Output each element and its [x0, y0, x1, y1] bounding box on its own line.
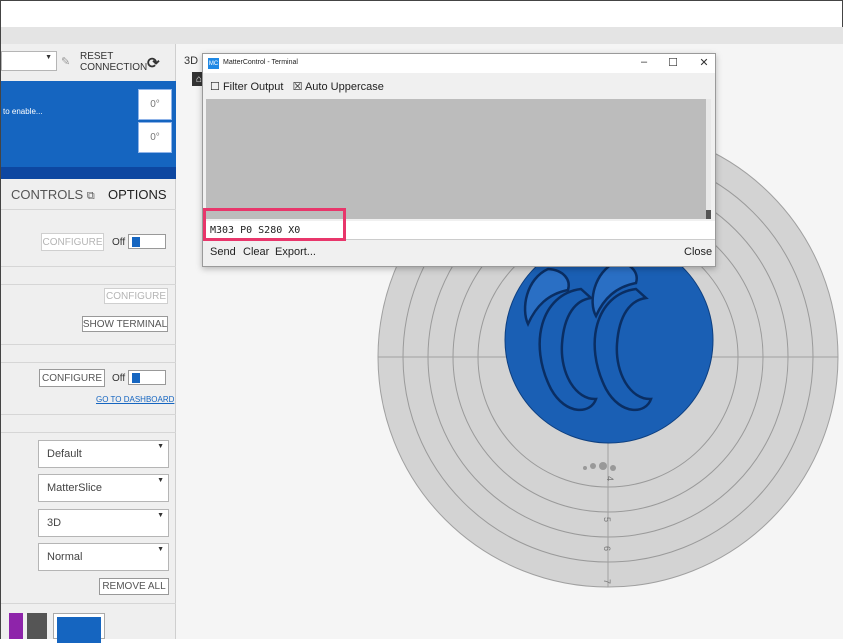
filter-output-checkbox[interactable]: ☐ [210, 81, 220, 93]
highlight-box [203, 208, 346, 241]
bed-scale-label: 7 [602, 579, 612, 584]
edit-pencil-icon[interactable]: ✎ [61, 55, 70, 68]
divider [1, 344, 176, 345]
slice-engine-dropdown-value: MatterSlice [47, 482, 103, 494]
enable-toggle-2[interactable] [128, 370, 166, 385]
hotend-temperature-value: 0° [150, 99, 160, 110]
configure-label: CONFIGURE [106, 290, 166, 302]
clear-button[interactable]: Clear [243, 246, 269, 258]
mattercontrol-app-icon: MC [208, 58, 219, 69]
bed-scale-label: 5 [602, 517, 612, 522]
reset-connection-label-1: RESET [80, 51, 114, 62]
terminal-window: MC MatterControl - Terminal – ☐ ✕ ☐ Filt… [202, 53, 716, 267]
minimize-icon[interactable]: – [637, 56, 651, 68]
swatch-blue [57, 617, 101, 643]
reset-connection-label-2: CONNECTION [80, 62, 148, 73]
tab-controls[interactable]: CONTROLS ⧉ [11, 187, 95, 203]
tab-3d[interactable]: 3D [184, 55, 198, 67]
view-mode-dropdown[interactable]: 3D ▼ [38, 509, 169, 537]
window-top-area [0, 0, 843, 28]
tab-strip [0, 27, 843, 44]
temperature-status-strip [1, 167, 176, 179]
configure-button-3[interactable]: CONFIGURE [39, 369, 105, 387]
printer-control-panel: ▼ ✎ RESET CONNECTION ⟳ to enable... 0° 0… [0, 44, 176, 639]
reset-connection-button[interactable]: RESET CONNECTION ⟳ [77, 49, 175, 75]
slice-engine-dropdown[interactable]: MatterSlice ▼ [38, 474, 169, 502]
divider [1, 284, 176, 285]
configure-button-1[interactable]: CONFIGURE [41, 233, 104, 251]
divider [1, 603, 176, 604]
bed-temperature-value: 0° [150, 132, 160, 143]
close-icon[interactable]: ✕ [697, 56, 711, 69]
chevron-down-icon: ▼ [157, 546, 164, 553]
swatch-gray[interactable] [27, 613, 47, 639]
remove-all-label: REMOVE ALL [102, 581, 166, 592]
terminal-options-row: ☐ Filter Output ☒ Auto Uppercase [210, 80, 384, 93]
go-to-dashboard-link[interactable]: GO TO DASHBOARD [96, 395, 174, 404]
auto-uppercase-label[interactable]: Auto Uppercase [305, 81, 384, 93]
divider [1, 414, 176, 415]
render-mode-dropdown-value: Normal [47, 551, 83, 563]
chevron-down-icon: ▼ [157, 443, 164, 450]
toggle-knob [132, 237, 140, 247]
refresh-icon: ⟳ [147, 55, 160, 72]
terminal-title: MatterControl - Terminal [223, 59, 298, 66]
divider [1, 362, 176, 363]
scrollbar-thumb[interactable] [706, 210, 711, 219]
temperature-status-text: to enable... [3, 107, 43, 116]
filter-output-label[interactable]: Filter Output [223, 81, 284, 93]
send-button[interactable]: Send [210, 246, 236, 258]
auto-uppercase-checkbox[interactable]: ☒ [293, 81, 303, 93]
quality-dropdown[interactable]: Default ▼ [38, 440, 169, 468]
view-mode-dropdown-value: 3D [47, 517, 62, 529]
configure-button-2[interactable]: CONFIGURE [104, 288, 168, 304]
bed-scale-label: 6 [602, 546, 612, 551]
tab-options[interactable]: OPTIONS [108, 187, 167, 202]
divider [1, 432, 176, 433]
configure-label: CONFIGURE [42, 372, 102, 384]
swatch-purple[interactable] [9, 613, 23, 639]
bed-scale-label: 4 [605, 476, 615, 481]
tab-controls-label: CONTROLS [11, 187, 84, 202]
enable-toggle-1[interactable] [128, 234, 166, 249]
popout-icon: ⧉ [86, 190, 95, 202]
tab-options-label: OPTIONS [108, 187, 167, 202]
hotend-temperature-box[interactable]: 0° [138, 89, 172, 120]
export-button[interactable]: Export... [275, 246, 316, 258]
toggle-knob [132, 373, 140, 383]
chevron-down-icon: ▼ [157, 512, 164, 519]
terminal-output-area[interactable] [206, 99, 711, 219]
close-button[interactable]: Close [684, 246, 712, 258]
show-terminal-label: SHOW TERMINAL [82, 318, 168, 330]
render-mode-dropdown[interactable]: Normal ▼ [38, 543, 169, 571]
bed-temperature-box[interactable]: 0° [138, 122, 172, 153]
divider [1, 209, 176, 210]
show-terminal-button[interactable]: SHOW TERMINAL [82, 316, 168, 332]
temperature-area: to enable... 0° 0° [1, 81, 176, 167]
quality-dropdown-value: Default [47, 448, 82, 460]
swatch-selected[interactable] [53, 613, 105, 643]
chevron-down-icon: ▼ [45, 54, 52, 61]
maximize-icon[interactable]: ☐ [666, 56, 680, 69]
off-label-1: Off [112, 237, 126, 248]
chevron-down-icon: ▼ [157, 477, 164, 484]
configure-label: CONFIGURE [42, 236, 103, 248]
terminal-titlebar[interactable]: MC MatterControl - Terminal – ☐ ✕ [203, 54, 715, 73]
terminal-scrollbar[interactable] [706, 99, 711, 219]
off-label-2: Off [112, 373, 126, 384]
remove-all-button[interactable]: REMOVE ALL [99, 578, 169, 595]
printer-select-dropdown[interactable]: ▼ [1, 51, 57, 71]
divider [1, 266, 176, 267]
